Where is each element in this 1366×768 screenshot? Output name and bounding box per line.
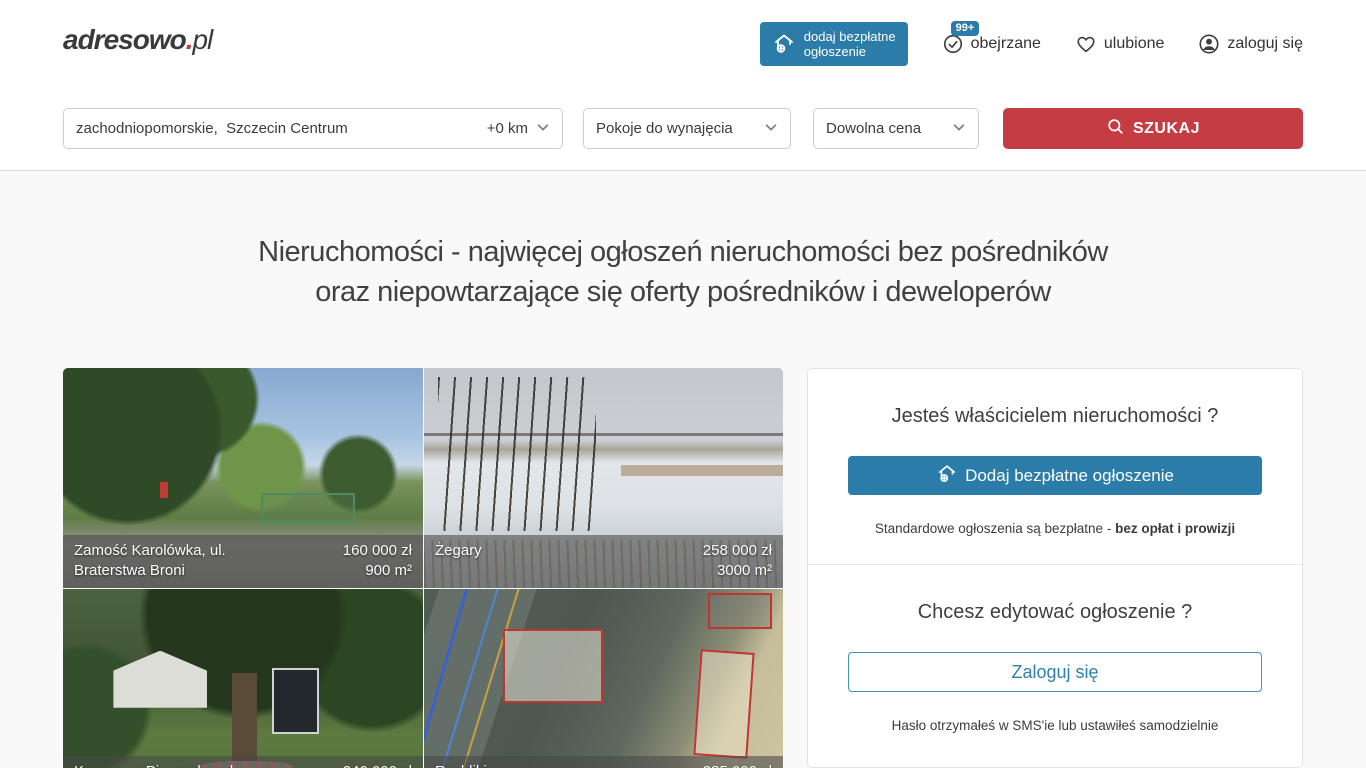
viewed-label: obejrzane: [971, 35, 1041, 53]
login-button[interactable]: Zaloguj się: [848, 652, 1262, 692]
favorites-link[interactable]: ulubione: [1075, 33, 1165, 55]
chevron-down-icon: [536, 120, 550, 138]
heart-icon: [1075, 33, 1097, 55]
listing-caption: Koronowo Pieszycka, ul. 240 000 zł: [63, 756, 423, 768]
photo-shape: [693, 649, 754, 758]
listing-title: Braterstwa Broni: [74, 561, 185, 581]
listing-card[interactable]: Koronowo Pieszycka, ul. 240 000 zł: [63, 589, 423, 768]
owner-note: Standardowe ogłoszenia są bezpłatne - be…: [848, 521, 1262, 536]
search-bar: +0 km Pokoje do wynajęcia Dowolna cena S…: [63, 108, 1303, 149]
price-select[interactable]: Dowolna cena: [813, 108, 979, 149]
logo[interactable]: adresowo.pl: [63, 24, 212, 56]
logo-suffix: pl: [192, 24, 212, 55]
check-circle-icon: [942, 33, 964, 55]
listings-grid: Zamość Karolówka, ul. 160 000 zł Braterst…: [63, 368, 783, 768]
radius-value: +0 km: [487, 120, 528, 137]
listing-card[interactable]: Rychliki 385 000 zł: [424, 589, 783, 768]
location-box: +0 km: [63, 108, 563, 149]
search-button[interactable]: SZUKAJ: [1003, 108, 1303, 149]
owner-section: Jesteś właścicielem nieruchomości ? Doda…: [808, 369, 1302, 564]
viewed-link[interactable]: 99+ obejrzane: [942, 33, 1041, 55]
edit-note: Hasło otrzymałeś w SMS'ie lub ustawiłeś …: [848, 718, 1262, 733]
radius-dropdown[interactable]: +0 km: [487, 120, 550, 138]
photo-shape: [621, 465, 783, 476]
location-input[interactable]: [76, 120, 487, 137]
edit-heading: Chcesz edytować ogłoszenie ?: [848, 601, 1262, 624]
listing-photo: [424, 589, 783, 768]
search-button-label: SZUKAJ: [1133, 120, 1200, 138]
owner-panel: Jesteś właścicielem nieruchomości ? Doda…: [807, 368, 1303, 768]
listing-price: 240 000 zł: [343, 762, 412, 768]
photo-shape: [708, 593, 773, 628]
topbar: adresowo.pl dodaj bezpłatne ogłoszenie 9…: [0, 0, 1366, 88]
house-plus-icon: [772, 31, 796, 58]
header-actions: dodaj bezpłatne ogłoszenie 99+ obejrzane: [760, 0, 1303, 88]
owner-heading: Jesteś właścicielem nieruchomości ?: [848, 405, 1262, 428]
listing-price: 258 000 zł: [703, 541, 772, 561]
chevron-down-icon: [952, 120, 966, 138]
listing-card[interactable]: Zamość Karolówka, ul. 160 000 zł Braterst…: [63, 368, 423, 588]
listing-title: Rychliki: [435, 762, 487, 768]
photo-shape: [232, 673, 257, 765]
listing-area: 3000 m²: [717, 561, 772, 581]
listing-photo: [63, 589, 423, 768]
search-icon: [1106, 117, 1125, 141]
listing-area: 900 m²: [365, 561, 412, 581]
chevron-down-icon: [764, 120, 778, 138]
listing-price: 160 000 zł: [343, 541, 412, 561]
page-title: Nieruchomości - najwięcej ogłoszeń nieru…: [0, 232, 1366, 312]
property-type-select[interactable]: Pokoje do wynajęcia: [583, 108, 791, 149]
listing-title: Koronowo Pieszycka, ul.: [74, 762, 237, 768]
photo-shape: [438, 377, 596, 531]
page: adresowo.pl dodaj bezpłatne ogłoszenie 9…: [0, 0, 1366, 768]
favorites-label: ulubione: [1104, 35, 1165, 53]
viewed-count-badge: 99+: [951, 21, 980, 36]
login-label: zaloguj się: [1227, 35, 1303, 53]
photo-shape: [503, 629, 604, 704]
logo-main: adresowo: [63, 24, 186, 55]
add-free-listing-button[interactable]: Dodaj bezpłatne ogłoszenie: [848, 456, 1262, 495]
photo-shape: [272, 668, 319, 734]
property-type-value: Pokoje do wynajęcia: [596, 120, 733, 137]
listing-title: Żegary: [435, 541, 482, 561]
add-listing-label: dodaj bezpłatne ogłoszenie: [804, 29, 896, 59]
price-value: Dowolna cena: [826, 120, 921, 137]
photo-shape: [113, 651, 207, 708]
listing-caption: Zamość Karolówka, ul. 160 000 zł Braterst…: [63, 535, 423, 588]
edit-section: Chcesz edytować ogłoszenie ? Zaloguj się…: [808, 565, 1302, 761]
photo-shape: [261, 493, 355, 524]
listing-card[interactable]: Żegary 258 000 zł 3000 m²: [424, 368, 783, 588]
listing-price: 385 000 zł: [703, 762, 772, 768]
listing-title: Zamość Karolówka, ul.: [74, 541, 226, 561]
photo-shape: [160, 482, 168, 498]
add-free-listing-label: Dodaj bezpłatne ogłoszenie: [965, 466, 1174, 486]
listing-caption: Żegary 258 000 zł 3000 m²: [424, 535, 783, 588]
house-plus-icon: [936, 462, 958, 489]
listing-caption: Rychliki 385 000 zł: [424, 756, 783, 768]
add-listing-button[interactable]: dodaj bezpłatne ogłoszenie: [760, 22, 908, 66]
user-icon: [1198, 33, 1220, 55]
login-link[interactable]: zaloguj się: [1198, 33, 1303, 55]
